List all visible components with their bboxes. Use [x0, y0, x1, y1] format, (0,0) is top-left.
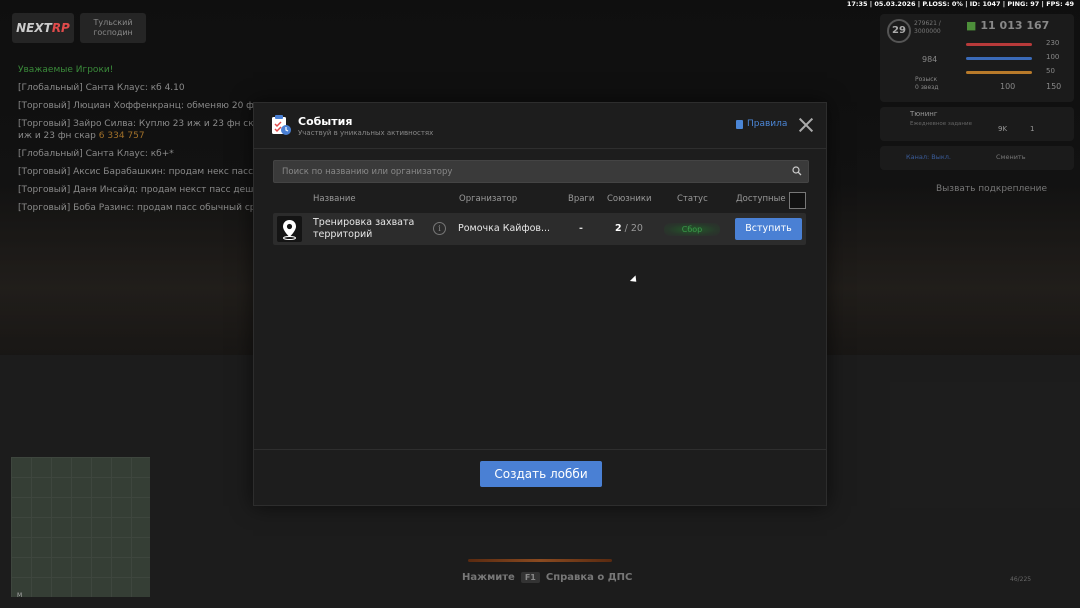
level-badge: 29 — [887, 19, 911, 43]
event-allies: 2 / 20 — [615, 223, 643, 234]
minimap — [11, 457, 150, 597]
shield-value: 150 — [1046, 82, 1062, 91]
close-button[interactable] — [798, 117, 814, 133]
map-pin-icon — [283, 220, 296, 240]
wanted-status: Розыск 0 звезд — [915, 76, 938, 92]
event-organizer: Ромочка Кайфов... — [458, 223, 551, 234]
chat-text: Уважаемые Игроки! — [18, 65, 114, 75]
minimap-key: M — [17, 592, 23, 599]
column-header-enemies: Враги — [568, 194, 595, 204]
hint-key: F1 — [520, 572, 540, 583]
help-hint: Нажмите F1 Справка о ДПС — [462, 572, 632, 583]
column-header-organizer: Организатор — [459, 194, 518, 204]
game-logo: NEXT RP — [12, 13, 74, 43]
tuning-title: Тюнинг — [910, 110, 938, 118]
money-icon: ■ — [966, 19, 977, 32]
chat-line: [Торговый] Зайро Силва: Куплю 23 иж и 23… — [18, 118, 258, 130]
column-header-allies: Союзники — [607, 194, 652, 204]
allies-separator: / — [621, 223, 631, 234]
allies-max: 20 — [630, 223, 643, 234]
wanted-value: 0 звезд — [915, 84, 939, 91]
modal-subtitle: Участвуй в уникальных активностях — [298, 129, 434, 137]
chat-text: [Торговый] Боба Разинс: продам пасс обыч… — [18, 203, 258, 213]
document-icon — [736, 119, 743, 129]
column-header-status: Статус — [677, 194, 708, 204]
chat-text: [Глобальный] Санта Клаус: кб+* — [18, 149, 174, 159]
radio-channel-label: Канал: Выкл. — [906, 153, 951, 161]
chat-text: [Глобальный] Санта Клаус: кб 4.10 — [18, 83, 185, 93]
info-icon[interactable]: i — [433, 222, 446, 235]
column-header-name: Название — [313, 194, 356, 204]
status-badge: Сбор — [664, 223, 720, 236]
chat-line: Уважаемые Игроки! — [18, 64, 258, 76]
tuning-reward-money: 9K — [998, 125, 1008, 133]
chat-text: [Торговый] Люциан Хоффенкранц: обменяю 2… — [18, 101, 258, 111]
hunger-bar — [966, 71, 1032, 74]
hunger-value: 50 — [1046, 67, 1055, 75]
money-value: 11 013 167 — [980, 19, 1050, 32]
money-display: ■ 11 013 167 — [966, 19, 1049, 32]
chat-price: 6 334 757 — [98, 131, 145, 141]
ammo-value: 100 — [1000, 82, 1016, 91]
events-icon — [272, 115, 291, 135]
xp-current: 279621 / — [914, 20, 941, 27]
join-button[interactable]: Вступить — [735, 218, 802, 240]
logo-text: NEXT — [16, 21, 52, 35]
logo-text-accent: RP — [51, 21, 70, 35]
radio-channel-change[interactable]: Сменить — [996, 153, 1026, 161]
event-enemies: - — [579, 223, 583, 234]
server-name: Тульский — [93, 18, 133, 27]
health-value: 230 — [1046, 39, 1060, 47]
hint-press: Нажмите — [462, 572, 515, 583]
footer-divider — [254, 449, 826, 450]
search-box — [273, 160, 809, 183]
create-lobby-button[interactable]: Создать лобби — [480, 461, 602, 487]
search-input[interactable] — [274, 161, 784, 182]
xp-total: 3000000 — [914, 28, 941, 35]
column-header-available: Доступные — [736, 194, 786, 204]
allies-current: 2 — [615, 223, 622, 234]
coords-small: 46/225 — [1010, 576, 1032, 583]
chat-log: Уважаемые Игроки! [Глобальный] Санта Кла… — [18, 64, 258, 220]
hint-action: Справка о ДПС — [545, 572, 633, 583]
armor-value: 100 — [1046, 53, 1060, 61]
server-badge: Тульский господин — [80, 13, 146, 43]
progress-bar — [468, 559, 612, 562]
event-row: Тренировка захвата территорий i Ромочка … — [273, 213, 806, 245]
speed-value: 984 — [922, 55, 938, 64]
status-line: 17:35 | 05.03.2026 | P.LOSS: 0% | ID: 10… — [846, 0, 1074, 8]
available-only-checkbox[interactable] — [789, 192, 806, 209]
event-name: Тренировка захвата территорий — [313, 217, 415, 240]
modal-title: События — [298, 115, 353, 128]
server-subtitle: господин — [93, 28, 133, 37]
call-reinforcement-label[interactable]: Вызвать подкрепление — [936, 184, 1047, 194]
chat-line: [Глобальный] Санта Клаус: кб 4.10 — [18, 82, 258, 94]
chat-line: [Торговый] Даня Инсайд: продам некст пас… — [18, 184, 258, 196]
chat-line: [Торговый] Аксис Барабашкин: продам некс… — [18, 166, 258, 178]
rules-link[interactable]: Правила — [736, 119, 787, 129]
chat-text: [Торговый] Даня Инсайд: продам некст пас… — [18, 185, 258, 195]
chat-text: иж и 23 фн скар — [18, 131, 96, 141]
xp-progress: 279621 / 3000000 — [914, 20, 941, 36]
event-icon-container — [277, 216, 302, 242]
tuning-reward-count: 1 — [1030, 125, 1035, 133]
search-icon[interactable] — [792, 166, 802, 176]
chat-line: иж и 23 фн скар 6 334 757 — [18, 130, 258, 142]
chat-line: [Торговый] Боба Разинс: продам пасс обыч… — [18, 202, 258, 214]
wanted-label: Розыск — [915, 76, 938, 83]
health-bar — [966, 43, 1032, 46]
chat-line: [Торговый] Люциан Хоффенкранц: обменяю 2… — [18, 100, 258, 112]
rules-label: Правила — [747, 119, 788, 129]
armor-bar — [966, 57, 1032, 60]
chat-text: [Торговый] Аксис Барабашкин: продам некс… — [18, 167, 254, 177]
modal-header: События Участвуй в уникальных активностя… — [254, 103, 826, 149]
events-modal: События Участвуй в уникальных активностя… — [253, 102, 827, 506]
chat-line: [Глобальный] Санта Клаус: кб+* — [18, 148, 258, 160]
chat-text: [Торговый] Зайро Силва: Куплю 23 иж и 23… — [18, 119, 258, 129]
tuning-subtitle: Ежедневное задание — [910, 121, 972, 127]
